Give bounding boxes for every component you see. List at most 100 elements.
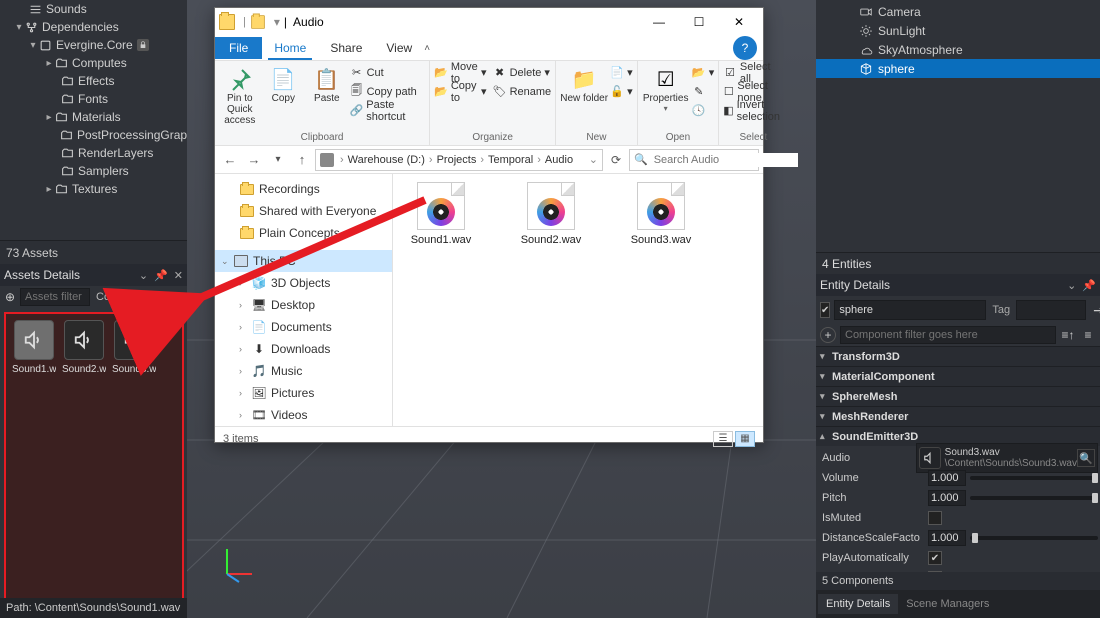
file-item[interactable]: Sound2.wav (511, 182, 591, 246)
add-asset-button[interactable]: ⊕ (0, 290, 20, 304)
tree-item[interactable]: Samplers (4, 162, 187, 180)
history-button[interactable]: 🕓 (692, 101, 715, 120)
nav-3d[interactable]: ›🧊3D Objects (215, 272, 392, 294)
component-mesh-renderer[interactable]: ▾MeshRenderer (816, 406, 1100, 426)
asset-item[interactable]: Sound1.w (12, 320, 56, 594)
muted-checkbox[interactable] (928, 511, 942, 525)
component-material[interactable]: ▾MaterialComponent (816, 366, 1100, 386)
audio-asset-slot[interactable]: Sound3.wav\Content\Sounds\Sound3.wav 🔍 (916, 443, 1098, 473)
edit-button[interactable]: ✎ (692, 82, 715, 101)
tab-entity-details[interactable]: Entity Details (818, 594, 898, 614)
nav-desktop[interactable]: ›🖥Desktop (215, 294, 392, 316)
easy-access-button[interactable]: 🔓▾ (610, 82, 633, 101)
browse-audio-button[interactable]: 🔍 (1077, 449, 1095, 467)
explorer-file-area[interactable]: Sound1.wav Sound2.wav Sound3.wav (393, 174, 763, 426)
hierarchy-camera[interactable]: Camera (816, 2, 1100, 21)
nav-downloads[interactable]: ›⬇Downloads (215, 338, 392, 360)
nav-music[interactable]: ›🎵Music (215, 360, 392, 382)
breadcrumb[interactable]: ›Warehouse (D:) ›Projects ›Temporal ›Aud… (315, 149, 603, 171)
tree-item[interactable]: ▸Textures (4, 180, 187, 198)
axis-gizmo[interactable] (217, 544, 257, 584)
asset-item[interactable]: Sound2.w (62, 320, 106, 594)
tree-item[interactable]: RenderLayers (4, 144, 187, 162)
tree-sounds[interactable]: Sounds (4, 0, 187, 18)
tree-item[interactable]: ▸Computes (4, 54, 187, 72)
delete-button[interactable]: ✖Delete ▾ (493, 63, 552, 82)
pin-icon[interactable]: 📌 (1082, 280, 1096, 292)
volume-input[interactable] (928, 470, 966, 486)
nav-plain[interactable]: Plain Concepts (215, 222, 392, 244)
chevron-down-icon[interactable]: ⌄ (1067, 280, 1076, 292)
cut-button[interactable]: ✂Cut (350, 63, 426, 82)
tree-item[interactable]: Fonts (4, 90, 187, 108)
hierarchy-sky[interactable]: SkyAtmosphere (816, 40, 1100, 59)
pitch-input[interactable] (928, 490, 966, 506)
refresh-button[interactable]: ⟳ (605, 153, 627, 167)
menu-share[interactable]: Share (318, 37, 374, 59)
new-folder-button[interactable]: 📁New folder (560, 63, 608, 106)
explorer-search[interactable]: 🔍 (629, 149, 759, 171)
hierarchy-sunlight[interactable]: SunLight (816, 21, 1100, 40)
minimize-button[interactable]: — (639, 8, 679, 36)
dsf-input[interactable] (928, 530, 966, 546)
explorer-nav-tree[interactable]: Recordings Shared with Everyone Plain Co… (215, 174, 393, 426)
asset-grid[interactable]: Sound1.w Sound2.w Sound3.w (4, 312, 184, 602)
hierarchy-sphere[interactable]: sphere (816, 59, 1100, 78)
nav-shared[interactable]: Shared with Everyone (215, 200, 392, 222)
pin-quick-access-button[interactable]: Pin to Quick access (219, 63, 261, 128)
entity-name-input[interactable] (834, 300, 986, 320)
file-item[interactable]: Sound3.wav (621, 182, 701, 246)
up-button[interactable]: ↑ (291, 149, 313, 171)
view-icons-button[interactable]: ▦ (735, 431, 755, 447)
rename-button[interactable]: 🏷Rename (493, 82, 552, 101)
tree-core[interactable]: ▾Evergine.Core (4, 36, 187, 54)
open-button[interactable]: 📂▾ (692, 63, 715, 82)
properties-button[interactable]: ☑Properties▾ (642, 63, 690, 115)
menu-file[interactable]: File (215, 37, 262, 59)
menu-view[interactable]: View (374, 37, 424, 59)
chevron-down-icon[interactable]: ⌄ (139, 269, 148, 282)
tab-scene-managers[interactable]: Scene Managers (898, 594, 997, 614)
export-button[interactable]: ⇥ (1090, 302, 1100, 319)
recent-button[interactable]: ▾ (267, 149, 289, 171)
component-filter-input[interactable] (840, 326, 1056, 344)
new-item-button[interactable]: 📄▾ (610, 63, 633, 82)
file-item[interactable]: Sound1.wav (401, 182, 481, 246)
close-button[interactable]: ✕ (719, 8, 759, 36)
add-component-button[interactable]: + (820, 327, 836, 343)
paste-button[interactable]: 📋Paste (306, 63, 348, 106)
ribbon-collapse-icon[interactable]: ˄ (424, 43, 430, 54)
filter-settings-icon[interactable]: ≡ (1080, 328, 1096, 342)
tree-item[interactable]: PostProcessingGraphs (4, 126, 187, 144)
nav-recordings[interactable]: Recordings (215, 178, 392, 200)
explorer-titlebar[interactable]: | ▾ | Audio — ☐ ✕ (215, 8, 763, 36)
search-input[interactable] (652, 153, 798, 167)
forward-button[interactable]: → (243, 149, 265, 171)
play-auto-checkbox[interactable]: ✔ (928, 551, 942, 565)
nav-this-pc[interactable]: ⌄This PC (215, 250, 392, 272)
file-explorer-window[interactable]: | ▾ | Audio — ☐ ✕ File Home Share View ˄… (214, 7, 764, 443)
back-button[interactable]: ← (219, 149, 241, 171)
paste-shortcut-button[interactable]: 🔗Paste shortcut (350, 101, 426, 120)
invert-selection-button[interactable]: ◧Invert selection (723, 101, 783, 120)
pin-icon[interactable]: 📌 (154, 269, 168, 282)
component-sphere-mesh[interactable]: ▾SphereMesh (816, 386, 1100, 406)
nav-videos[interactable]: ›🎞Videos (215, 404, 392, 426)
entity-enabled-checkbox[interactable]: ✔ (820, 302, 830, 318)
tree-item[interactable]: ▸Materials (4, 108, 187, 126)
asset-item[interactable]: Sound3.w (112, 320, 156, 594)
pitch-slider[interactable] (970, 496, 1098, 500)
assets-filter-input[interactable] (20, 288, 90, 306)
maximize-button[interactable]: ☐ (679, 8, 719, 36)
tree-item[interactable]: Effects (4, 72, 187, 90)
dsf-slider[interactable] (970, 536, 1098, 540)
copy-button[interactable]: 📄Copy (263, 63, 305, 106)
copy-to-button[interactable]: 📂Copy to ▾ (434, 82, 486, 101)
close-icon[interactable]: ✕ (174, 269, 183, 282)
nav-pictures[interactable]: ›🖼Pictures (215, 382, 392, 404)
menu-home[interactable]: Home (262, 37, 318, 59)
volume-slider[interactable] (970, 476, 1098, 480)
filter-up-icon[interactable]: ≡↑ (1060, 328, 1076, 342)
nav-documents[interactable]: ›📄Documents (215, 316, 392, 338)
help-button[interactable]: ? (733, 36, 757, 60)
